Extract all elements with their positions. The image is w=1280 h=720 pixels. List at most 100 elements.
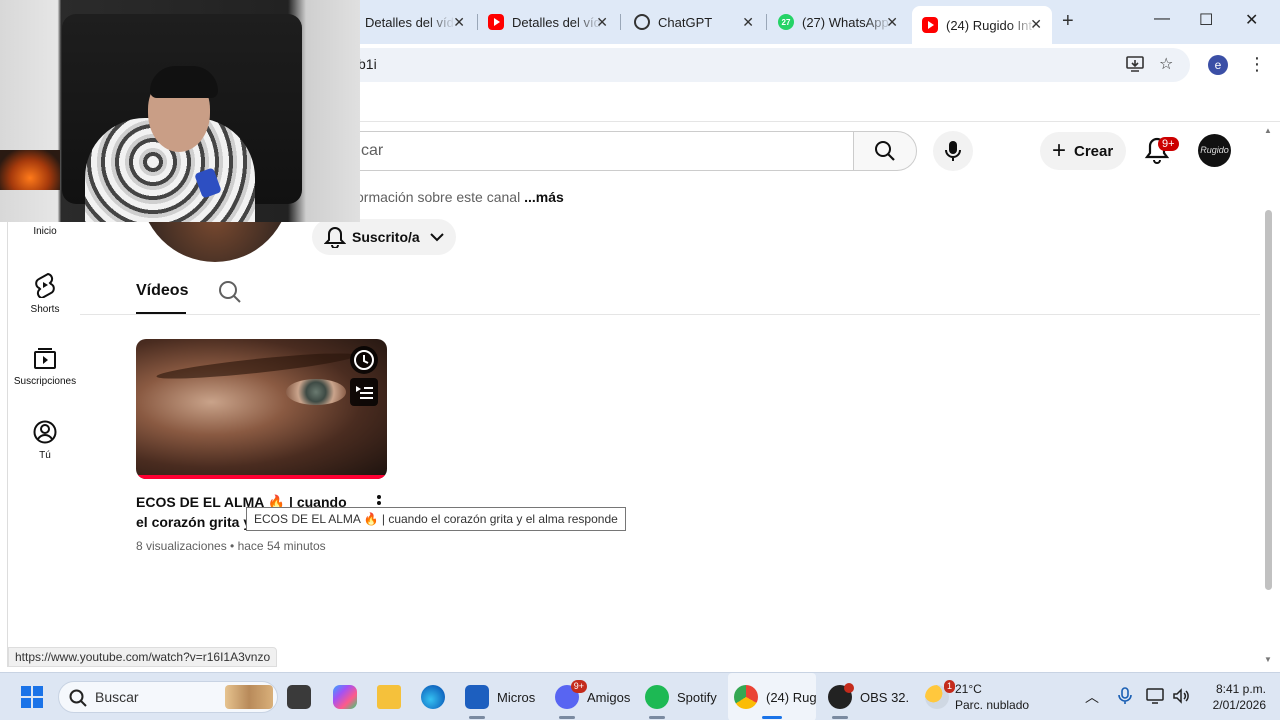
minimize-icon[interactable]: — [1154, 10, 1170, 28]
microphone-icon [945, 141, 961, 161]
browser-tab-active[interactable]: (24) Rugido Interior ✕ [912, 6, 1052, 44]
volume-icon[interactable] [1172, 687, 1190, 708]
close-icon[interactable]: ✕ [1030, 16, 1042, 33]
close-icon[interactable]: ✕ [453, 14, 465, 31]
taskbar-app-edge[interactable] [421, 673, 453, 720]
sidebar-item-label: Tú [39, 450, 51, 461]
tab-title: Detalles del vídeo [512, 14, 602, 30]
address-text: b1i [358, 56, 377, 72]
profile-avatar[interactable]: e [1208, 55, 1228, 75]
voice-search-button[interactable] [933, 131, 973, 171]
taskbar-app-discord[interactable]: 9+ Amigos [555, 673, 630, 720]
tray-overflow-chevron-icon[interactable]: ︿ [1085, 687, 1099, 707]
sidebar-item-shorts[interactable]: Shorts [8, 272, 82, 315]
channel-info-more[interactable]: ...más [524, 189, 564, 205]
youtube-search-button[interactable] [853, 131, 917, 171]
obs-icon [828, 683, 854, 709]
channel-search-icon[interactable] [218, 280, 242, 304]
tab-separator [620, 14, 621, 30]
close-icon[interactable]: ✕ [596, 14, 608, 31]
you-icon [33, 420, 57, 444]
taskbar-app-explorer[interactable] [287, 673, 319, 720]
file-explorer-dark-icon [287, 685, 311, 709]
running-indicator [832, 716, 848, 719]
webcam-person-cap [150, 66, 218, 98]
whatsapp-icon: 27 [778, 14, 794, 30]
sidebar-item-label: Suscripciones [13, 376, 77, 387]
plus-icon: + [1052, 137, 1067, 164]
taskbar-app-store[interactable]: Micros [465, 673, 535, 720]
taskbar-app-label: Amigos [587, 689, 631, 705]
taskbar-app-chrome[interactable]: (24) Rug [728, 673, 817, 720]
scroll-thumb[interactable] [1265, 210, 1272, 590]
subscribed-button[interactable]: Suscrito/a [312, 219, 456, 255]
tabs-divider [80, 314, 1260, 315]
microsoft-365-icon [333, 685, 357, 709]
weather-text[interactable]: 21°C Parc. nublado [955, 681, 1029, 713]
tab-videos[interactable]: Vídeos [136, 282, 188, 300]
youtube-search-input[interactable]: car [300, 131, 853, 171]
tab-title: (27) WhatsApp [802, 14, 889, 30]
tab-separator [766, 14, 767, 30]
window-close-icon[interactable]: ✕ [1245, 10, 1258, 30]
browser-tab-3[interactable]: ChatGPT ✕ [624, 8, 764, 36]
search-icon [875, 141, 895, 161]
webcam-fireplace [0, 150, 60, 190]
obs-recording-dot [844, 683, 854, 693]
taskbar-app-spotify[interactable]: Spotify [645, 673, 717, 720]
channel-info[interactable]: ormación sobre este canal ...más [356, 189, 564, 205]
close-icon[interactable]: ✕ [742, 14, 754, 31]
taskbar-app-label: Micros [497, 689, 536, 705]
youtube-icon [922, 17, 938, 33]
browser-tab-2[interactable]: Detalles del vídeo ✕ [478, 8, 618, 36]
address-input[interactable]: b1i [300, 48, 1190, 82]
discord-badge: 9+ [570, 680, 587, 693]
browser-tab-4[interactable]: 27 (27) WhatsApp ✕ [768, 8, 908, 36]
create-label: Crear [1074, 142, 1114, 160]
new-tab-icon[interactable]: + [1062, 10, 1074, 33]
taskbar-app-obs[interactable]: OBS 32. [828, 673, 909, 720]
taskbar-app-m365[interactable] [333, 673, 365, 720]
watch-later-icon[interactable] [350, 346, 378, 374]
video-thumbnail[interactable] [136, 339, 387, 479]
chatgpt-icon [634, 14, 650, 30]
scroll-down-icon[interactable]: ▼ [1264, 655, 1272, 664]
sidebar-item-you[interactable]: Tú [8, 420, 82, 461]
windows-taskbar: Buscar Micros 9+ Amigos Spotify (24) Rug [0, 672, 1280, 720]
weather-widget[interactable]: 1 [925, 673, 957, 720]
chrome-icon [734, 685, 758, 709]
scroll-up-icon[interactable]: ▲ [1264, 126, 1272, 135]
browser-menu-icon[interactable]: ⋮ [1248, 54, 1266, 75]
notifications-badge: 9+ [1158, 137, 1179, 151]
weather-temp: 21°C [955, 682, 982, 696]
page-scrollbar[interactable]: ▲ ▼ [1262, 122, 1274, 667]
taskbar-search-label: Buscar [95, 689, 139, 705]
network-icon[interactable] [1146, 687, 1166, 708]
tab-title: (24) Rugido Interior [946, 17, 1036, 33]
webcam-overlay [0, 0, 360, 222]
spotify-icon [645, 685, 669, 709]
clock-date: 2/01/2026 [1212, 698, 1266, 712]
link-status-bar: https://www.youtube.com/watch?v=r16I1A3v… [8, 647, 278, 667]
video-meta: 8 visualizaciones • hace 54 minutos [136, 539, 326, 553]
channel-avatar-small[interactable]: Rugido [1198, 134, 1231, 167]
taskbar-search-input[interactable]: Buscar [58, 681, 278, 713]
install-app-icon[interactable] [1126, 56, 1144, 77]
running-indicator [559, 716, 575, 719]
tab-title: ChatGPT [658, 14, 713, 30]
sidebar-item-subscriptions[interactable]: Suscripciones [8, 346, 82, 387]
maximize-icon[interactable]: ☐ [1199, 10, 1213, 30]
windows-start-icon [21, 686, 43, 708]
taskbar-app-folder[interactable] [377, 673, 409, 720]
sidebar-item-home[interactable]: Inicio [8, 226, 82, 237]
browser-tab-1[interactable]: Detalles del vídeo ✕ [355, 8, 475, 36]
create-button[interactable]: + Crear [1040, 132, 1126, 170]
search-highlight-image [225, 685, 273, 709]
system-clock[interactable]: 8:41 p.m. 2/01/2026 [1200, 681, 1266, 713]
add-to-queue-icon[interactable] [350, 378, 378, 406]
watch-progress-bar [136, 475, 387, 479]
start-button[interactable] [20, 673, 44, 720]
microphone-tray-icon[interactable] [1118, 687, 1132, 708]
close-icon[interactable]: ✕ [886, 14, 898, 31]
bookmark-star-icon[interactable]: ☆ [1159, 54, 1173, 74]
